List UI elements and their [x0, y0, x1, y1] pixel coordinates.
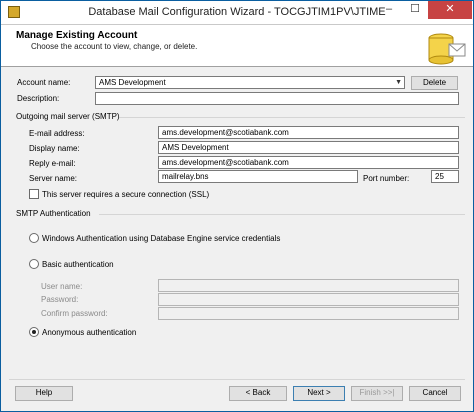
- reply-email-label: Reply e-mail:: [29, 159, 76, 168]
- anonymous-auth-radio[interactable]: [29, 327, 39, 337]
- windows-auth-radio[interactable]: [29, 233, 39, 243]
- minimize-icon[interactable]: –: [376, 1, 402, 19]
- wizard-window: Database Mail Configuration Wizard - TOC…: [0, 0, 474, 412]
- email-field[interactable]: ams.development@scotiabank.com: [158, 126, 459, 139]
- maximize-icon[interactable]: ☐: [402, 1, 428, 19]
- display-name-label: Display name:: [29, 144, 80, 153]
- smtp-group-label: Outgoing mail server (SMTP): [16, 112, 120, 121]
- password-field[interactable]: [158, 293, 459, 306]
- description-field[interactable]: [95, 92, 459, 105]
- account-name-combo[interactable]: AMS Development ▼: [95, 76, 405, 89]
- page-subtitle: Choose the account to view, change, or d…: [31, 42, 198, 51]
- ssl-checkbox-label: This server requires a secure connection…: [42, 190, 210, 199]
- page-title: Manage Existing Account: [16, 30, 138, 41]
- port-number-label: Port number:: [363, 174, 410, 183]
- close-icon[interactable]: ✕: [428, 1, 472, 19]
- finish-button[interactable]: Finish >>|: [351, 386, 403, 401]
- anonymous-auth-label: Anonymous authentication: [42, 328, 137, 337]
- ssl-checkbox[interactable]: [29, 189, 39, 199]
- next-button[interactable]: Next >: [293, 386, 345, 401]
- confirm-password-field[interactable]: [158, 307, 459, 320]
- confirm-password-label: Confirm password:: [41, 309, 108, 318]
- chevron-down-icon[interactable]: ▼: [395, 77, 402, 88]
- delete-button[interactable]: Delete: [411, 76, 458, 90]
- reply-email-field[interactable]: ams.development@scotiabank.com: [158, 156, 459, 169]
- basic-auth-label: Basic authentication: [42, 260, 114, 269]
- basic-auth-radio[interactable]: [29, 259, 39, 269]
- back-button[interactable]: < Back: [229, 386, 287, 401]
- smtp-auth-group-label: SMTP Authentication: [16, 209, 91, 218]
- database-mail-banner-icon: [428, 33, 466, 65]
- server-name-field[interactable]: mailrelay.bns: [158, 170, 358, 183]
- server-name-label: Server name:: [29, 174, 78, 183]
- username-label: User name:: [41, 282, 83, 291]
- wizard-header: Manage Existing Account Choose the accou…: [1, 25, 473, 67]
- help-button[interactable]: Help: [15, 386, 73, 401]
- footer-divider: [9, 379, 465, 380]
- password-label: Password:: [41, 295, 79, 304]
- email-label: E-mail address:: [29, 129, 85, 138]
- smtp-group-divider: [119, 117, 465, 118]
- description-label: Description:: [17, 94, 60, 103]
- account-name-value: AMS Development: [99, 78, 166, 87]
- port-number-field[interactable]: 25: [431, 170, 459, 183]
- windows-auth-label: Windows Authentication using Database En…: [42, 234, 281, 243]
- display-name-field[interactable]: AMS Development: [158, 141, 459, 154]
- cancel-button[interactable]: Cancel: [409, 386, 461, 401]
- smtp-auth-group-divider: [99, 214, 465, 215]
- title-bar: Database Mail Configuration Wizard - TOC…: [1, 1, 473, 25]
- account-name-label: Account name:: [17, 78, 71, 87]
- username-field[interactable]: [158, 279, 459, 292]
